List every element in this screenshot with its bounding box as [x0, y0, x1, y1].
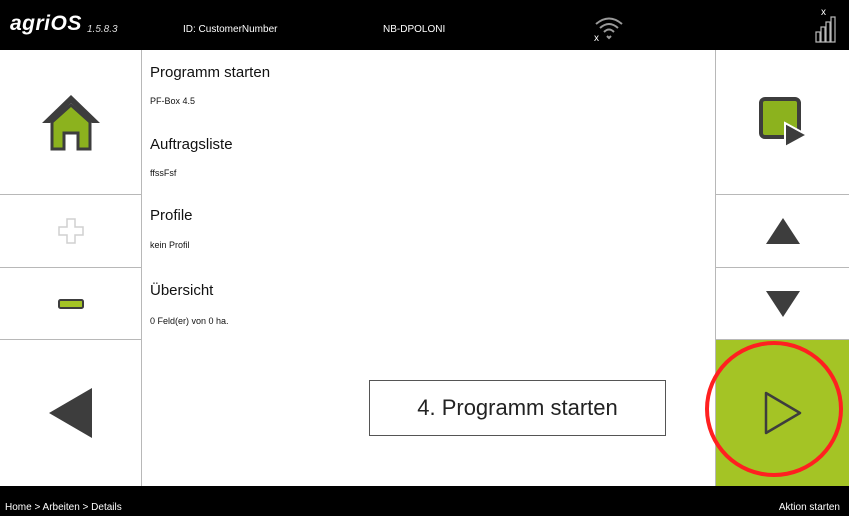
section-value-overview: 0 Feld(er) von 0 ha.: [150, 316, 229, 326]
section-value-profile: kein Profil: [150, 240, 190, 250]
select-field-icon: [759, 97, 809, 149]
wifi-disconnected-icon: x: [594, 17, 623, 42]
action-label: Aktion starten: [778, 502, 840, 513]
customer-id: ID: CustomerNumber: [183, 24, 278, 35]
minus-button[interactable]: [0, 268, 141, 340]
left-toolbar: [0, 50, 142, 486]
device-name: NB-DPOLONI: [383, 24, 446, 35]
arrow-up-icon: [766, 218, 800, 244]
section-title-program[interactable]: Programm starten: [150, 64, 270, 81]
app-brand: agriOS: [10, 12, 82, 35]
scroll-up-button[interactable]: [716, 195, 849, 268]
arrow-down-icon: [766, 290, 800, 317]
signal-strength-icon: x: [815, 7, 836, 43]
back-button[interactable]: [0, 340, 141, 486]
section-title-joblist[interactable]: Auftragsliste: [150, 136, 233, 153]
section-value-program: PF-Box 4.5: [150, 96, 196, 106]
section-title-profile[interactable]: Profile: [150, 207, 193, 224]
scroll-down-button[interactable]: [716, 268, 849, 340]
tutorial-callout: 4. Programm starten: [369, 380, 666, 436]
top-bar: agriOS 1.5.8.3 ID: CustomerNumber NB-DPO…: [0, 0, 849, 50]
svg-text:x: x: [594, 33, 599, 42]
svg-text:x: x: [821, 7, 826, 18]
plus-button[interactable]: [0, 195, 141, 268]
minus-icon: [57, 298, 84, 309]
status-bar: Home > Arbeiten > Details Aktion starten: [0, 486, 849, 516]
home-button[interactable]: [0, 50, 141, 195]
select-field-button[interactable]: [716, 50, 849, 195]
section-value-joblist: ffssFsf: [150, 168, 177, 178]
back-arrow-icon: [48, 388, 92, 438]
breadcrumb: Home > Arbeiten > Details: [5, 502, 122, 513]
plus-icon: [57, 218, 84, 244]
section-title-overview[interactable]: Übersicht: [150, 282, 213, 299]
app-version: 1.5.8.3: [87, 24, 118, 35]
home-icon: [41, 95, 100, 151]
highlight-ring: [705, 341, 843, 477]
